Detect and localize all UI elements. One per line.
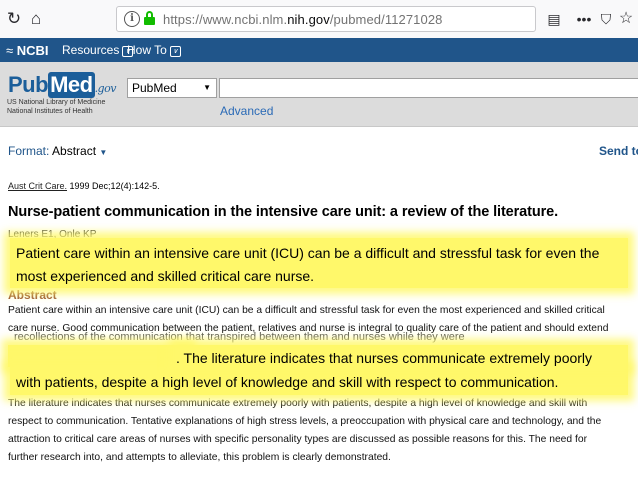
highlight-callout-bottom [8,345,190,367]
ncbi-logo[interactable]: ≈ NCBI [6,43,49,58]
home-icon[interactable]: ⌂ [26,9,46,29]
citation: Aust Crit Care. 1999 Dec;12(4):142-5. [8,181,160,191]
format-selector[interactable]: Format: Abstract ▼ [8,144,107,158]
pubmed-header: PubMed .gov US National Library of Medici… [0,62,638,127]
how-to-menu[interactable]: How To ∨ [127,43,181,57]
abstract-line: attraction to critical care areas of nur… [8,434,588,445]
browser-toolbar: ↻ ⌂ i https://www.ncbi.nlm.nih.gov/pubme… [0,0,638,39]
pubmed-logo[interactable]: PubMed .gov [8,72,116,98]
abstract-line: respect to communication. Tentative expl… [8,416,602,427]
abstract-line-obscured: recollections of the communication that … [14,331,465,343]
url-text[interactable]: https://www.ncbi.nlm.nih.gov/pubmed/1127… [163,12,443,27]
reader-view-icon[interactable]: ▤ [544,9,564,29]
abstract-line: further research into, and attempts to a… [8,452,391,463]
send-to-button[interactable]: Send to [599,144,638,158]
chevron-down-icon: ∨ [169,46,181,57]
lock-icon[interactable] [144,11,155,25]
database-select[interactable]: PubMed ▼ [127,78,217,98]
callout-text: Patient care within an intensive care un… [16,245,600,261]
address-bar[interactable]: i https://www.ncbi.nlm.nih.gov/pubmed/11… [116,6,536,32]
callout-text: with patients, despite a high level of k… [16,374,559,390]
abstract-heading: Abstract [8,288,57,302]
caret-down-icon: ▼ [99,148,108,157]
more-actions-icon[interactable]: ••• [574,9,594,29]
pocket-icon[interactable]: ⛉ [596,9,616,29]
search-input[interactable] [219,78,638,98]
article-title: Nurse-patient communication in the inten… [8,204,559,220]
abstract-line: Patient care within an intensive care un… [8,305,605,316]
advanced-search-link[interactable]: Advanced [220,104,273,118]
bookmark-star-icon[interactable]: ☆ [616,9,636,29]
logo-subtitle-nih: National Institutes of Health [7,108,93,115]
ncbi-navbar: ≈ NCBI Resources ∨ How To ∨ [0,38,638,62]
callout-text: . The literature indicates that nurses c… [176,350,593,366]
abstract-line: The literature indicates that nurses com… [8,398,588,409]
logo-subtitle-nlm: US National Library of Medicine [7,99,106,106]
journal-link[interactable]: Aust Crit Care. [8,181,67,191]
resources-menu[interactable]: Resources ∨ [62,43,134,57]
dropdown-arrow-icon: ▼ [203,83,211,92]
reload-icon[interactable]: ↻ [4,9,24,29]
callout-text: most experienced and skilled critical ca… [16,268,315,284]
info-icon[interactable]: i [124,11,140,27]
